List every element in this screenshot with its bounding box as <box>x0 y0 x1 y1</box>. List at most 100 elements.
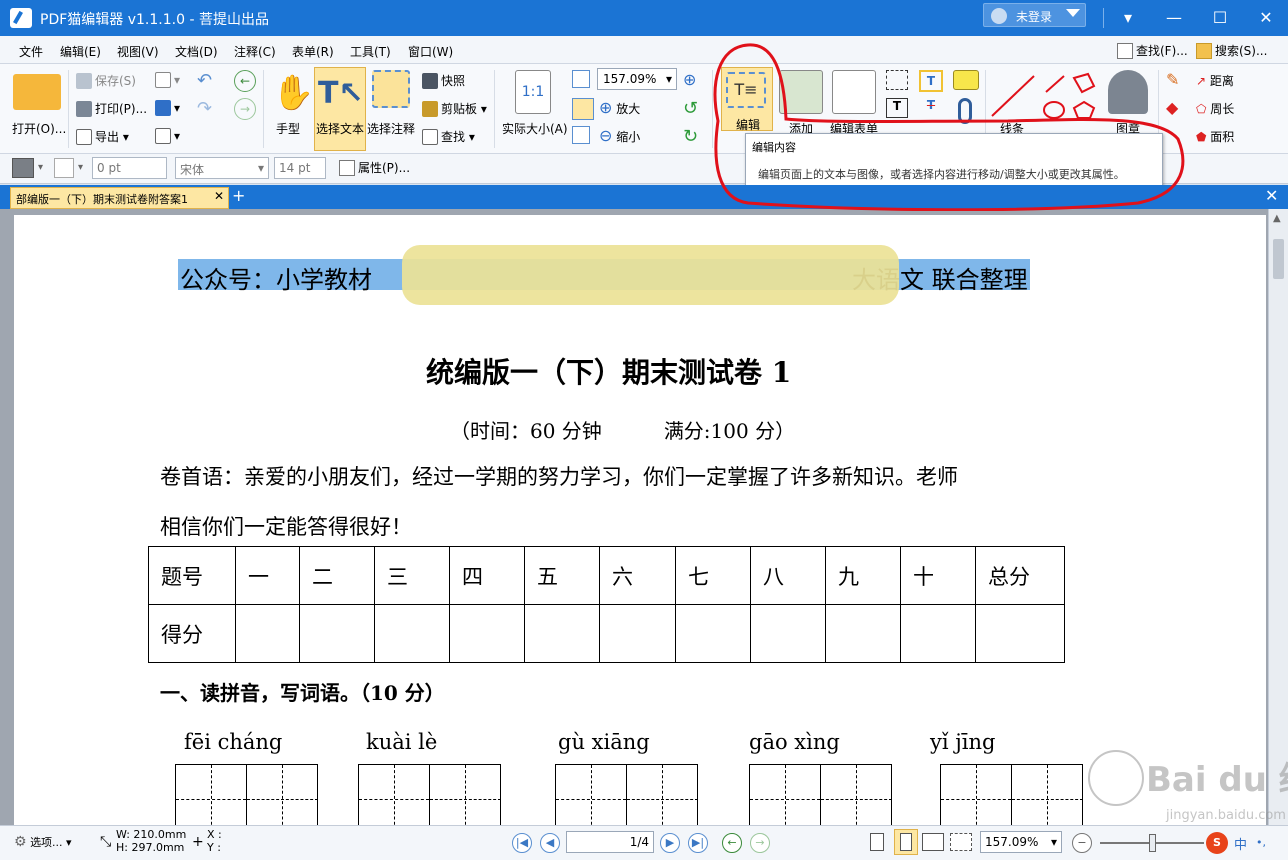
hand-icon[interactable]: ✋ <box>272 70 314 116</box>
close-window-button[interactable]: ✕ <box>1254 6 1278 30</box>
page-number-input[interactable]: 1/4 <box>566 831 654 853</box>
attachment-icon[interactable] <box>958 98 972 124</box>
pdf-page[interactable]: 公众号：小学教材 大语文 联合整理 统编版一（下）期末测试卷 1 （时间：60 分… <box>14 215 1266 825</box>
last-page-button[interactable]: ▶| <box>688 833 708 853</box>
undo-button[interactable]: ↶ <box>197 70 212 91</box>
menu-comment[interactable]: 注释(C) <box>234 43 276 60</box>
menu-tools[interactable]: 工具(T) <box>350 43 391 60</box>
fit-page-button[interactable] <box>572 70 590 88</box>
new-doc-button[interactable]: ▾ <box>155 128 180 144</box>
select-annotation-icon[interactable] <box>372 70 410 108</box>
next-page-button[interactable]: ▶ <box>660 833 680 853</box>
fit-width-button[interactable] <box>572 98 594 120</box>
eraser-icon[interactable]: ◆ <box>1166 98 1186 118</box>
stamp-icon[interactable] <box>1108 70 1148 114</box>
perimeter-button[interactable]: ⬠ 周长 <box>1196 100 1234 117</box>
fit-visible-button[interactable] <box>572 126 590 144</box>
menu-document[interactable]: 文档(D) <box>175 43 218 60</box>
add-image-icon[interactable] <box>779 70 823 114</box>
maximize-button[interactable]: ☐ <box>1208 6 1232 30</box>
continuous-facing-icon[interactable] <box>950 833 972 851</box>
scan-button[interactable]: ▾ <box>155 100 180 116</box>
close-all-tabs-button[interactable]: ✕ <box>1265 186 1278 205</box>
polygon-icon[interactable] <box>1072 72 1096 94</box>
area-button[interactable]: ⬟ 面积 <box>1196 128 1234 145</box>
folder-open-icon[interactable] <box>13 74 61 110</box>
snapshot-button[interactable]: 快照 <box>422 72 465 89</box>
menu-form[interactable]: 表单(R) <box>292 43 334 60</box>
zoom-in-button[interactable]: ⊕ 放大 <box>599 98 640 117</box>
facing-pages-icon[interactable] <box>922 833 944 851</box>
single-page-icon[interactable] <box>870 833 884 851</box>
forward-button[interactable]: → <box>234 98 256 120</box>
rotate-ccw-button[interactable]: ↺ <box>683 98 698 119</box>
export-button[interactable]: 导出 ▾ <box>76 128 129 145</box>
back-button[interactable]: ← <box>234 70 256 92</box>
menu-edit[interactable]: 编辑(E) <box>60 43 101 60</box>
fill-color-picker[interactable] <box>12 158 34 178</box>
prev-page-button[interactable]: ◀ <box>540 833 560 853</box>
ellipse-icon[interactable] <box>1043 101 1065 119</box>
zoom-out-status-button[interactable]: − <box>1072 833 1092 853</box>
email-button[interactable]: ▾ <box>155 72 180 88</box>
document-tab[interactable]: 部编版一（下）期末测试卷附答案1 <box>10 187 229 209</box>
line-icon[interactable] <box>991 75 1035 117</box>
distance-button[interactable]: ↗ 距离 <box>1196 72 1234 89</box>
options-button[interactable]: ⚙ 选项... ▾ <box>14 834 72 850</box>
zoom-slider-thumb[interactable] <box>1149 834 1156 852</box>
zoom-out-button[interactable]: ⊖ 缩小 <box>599 126 640 145</box>
search-menu-button[interactable]: 搜索(S)... <box>1196 42 1267 59</box>
select-annotation-button[interactable]: 选择注释 <box>367 120 415 137</box>
actual-size-button[interactable]: 实际大小(A) <box>502 120 568 137</box>
font-select[interactable]: 宋体 ▾ <box>175 157 269 179</box>
pentagon-icon[interactable] <box>1072 100 1096 119</box>
first-page-button[interactable]: |◀ <box>512 833 532 853</box>
zoom-combo[interactable]: 157.09% ▾ <box>597 68 677 90</box>
edit-content-button[interactable]: T≡ 编辑 <box>721 67 773 132</box>
scroll-up-icon[interactable]: ▲ <box>1273 213 1281 224</box>
print-button[interactable]: 打印(P)... <box>76 100 147 117</box>
clipboard-button[interactable]: 剪贴板 ▾ <box>422 100 487 117</box>
chevron-down-icon[interactable]: ▾ <box>38 162 43 173</box>
punctuation-mode-icon[interactable]: •, <box>1256 836 1266 849</box>
arrow-icon[interactable] <box>1045 75 1065 93</box>
strikeout-icon[interactable]: T <box>919 98 943 120</box>
text-field-icon[interactable] <box>886 70 908 90</box>
minimize-button[interactable]: — <box>1162 6 1186 30</box>
typewriter-icon[interactable]: T <box>919 70 943 92</box>
chevron-down-icon[interactable]: ▾ <box>78 162 83 173</box>
open-button[interactable]: 打开(O)... <box>12 120 66 137</box>
login-dropdown[interactable]: 未登录 <box>983 3 1086 27</box>
tab-close-icon[interactable]: ✕ <box>214 189 224 203</box>
properties-button[interactable]: 属性(P)... <box>339 159 410 176</box>
forward-view-button[interactable]: → <box>750 833 770 853</box>
menu-view[interactable]: 视图(V) <box>117 43 159 60</box>
vertical-scrollbar[interactable]: ▲ <box>1268 209 1288 825</box>
pencil-icon[interactable]: ✎ <box>1166 70 1186 90</box>
edit-form-icon[interactable] <box>832 70 876 114</box>
hand-tool-button[interactable]: 手型 <box>276 120 300 137</box>
sogou-ime-icon[interactable]: S <box>1206 832 1228 854</box>
stroke-color-picker[interactable] <box>54 158 74 178</box>
save-button[interactable]: 保存(S) <box>76 72 136 89</box>
find-menu-button[interactable]: 查找(F)... <box>1117 42 1188 59</box>
zoom-status-combo[interactable]: 157.09% ▾ <box>980 831 1062 853</box>
note-icon[interactable] <box>953 70 979 90</box>
back-view-button[interactable]: ← <box>722 833 742 853</box>
scrollbar-thumb[interactable] <box>1273 239 1284 279</box>
actual-size-icon[interactable]: 1:1 <box>515 70 551 114</box>
new-tab-button[interactable]: + <box>232 186 245 205</box>
menu-window[interactable]: 窗口(W) <box>408 43 453 60</box>
ribbon-toggle-button[interactable]: ▾ <box>1116 6 1140 30</box>
find-button[interactable]: 查找 ▾ <box>422 128 475 145</box>
continuous-page-button[interactable] <box>894 829 918 855</box>
ime-mode-icon[interactable]: 中 <box>1234 834 1247 853</box>
rotate-cw-button[interactable]: ↻ <box>683 126 698 147</box>
font-size-select[interactable]: 14 pt <box>274 157 326 179</box>
textbox-icon[interactable]: T <box>886 98 908 118</box>
select-text-tool-button[interactable]: T↖ 选择文本 <box>314 67 366 151</box>
line-width-input[interactable]: 0 pt <box>92 157 167 179</box>
redo-button[interactable]: ↷ <box>197 98 212 119</box>
menu-file[interactable]: 文件 <box>19 43 43 60</box>
zoom-tool-button[interactable]: ⊕ <box>683 70 696 89</box>
